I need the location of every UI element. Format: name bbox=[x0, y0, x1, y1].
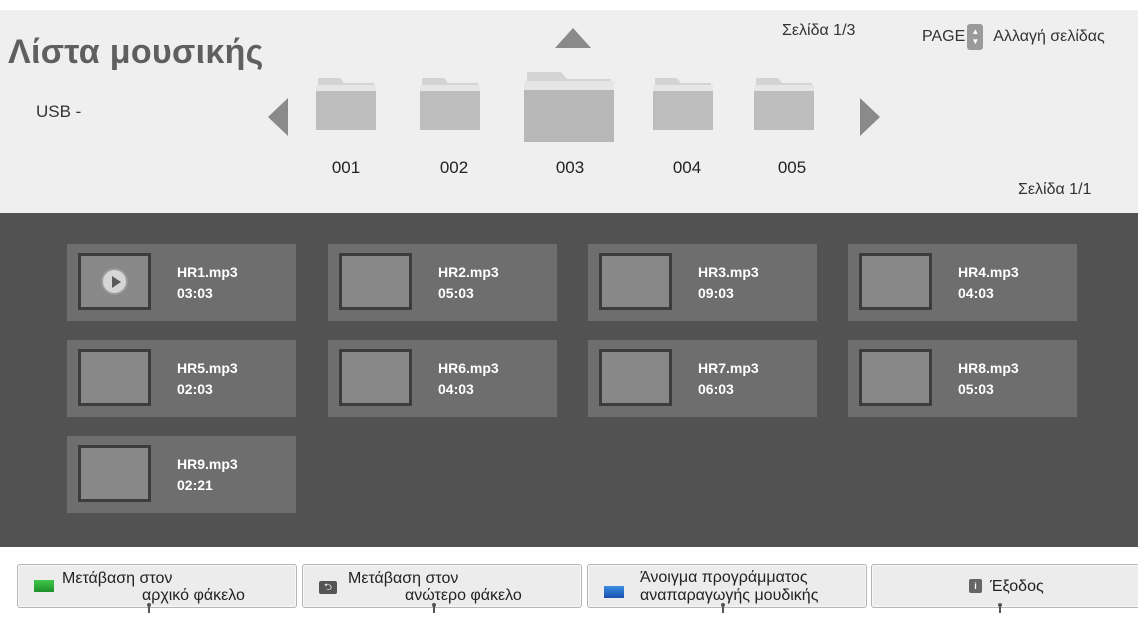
scroll-left-arrow-icon[interactable] bbox=[268, 98, 288, 136]
file-name: HR5.mp3 bbox=[177, 360, 238, 376]
info-icon: i bbox=[969, 579, 982, 593]
file-name: HR1.mp3 bbox=[177, 264, 238, 280]
exit-button[interactable]: i Έξοδος bbox=[871, 564, 1138, 613]
folder-label: 003 bbox=[555, 158, 585, 177]
folder-label: 001 bbox=[331, 158, 361, 177]
file-thumbnail bbox=[599, 253, 672, 310]
music-file-tile[interactable]: HR3.mp3 09:03 bbox=[588, 244, 817, 321]
device-label: USB - bbox=[36, 102, 82, 121]
music-file-tile[interactable]: HR4.mp3 04:03 bbox=[848, 244, 1077, 321]
music-file-tile[interactable]: HR1.mp3 03:03 bbox=[67, 244, 296, 321]
button-label-line2: ανώτερο φάκελο bbox=[405, 587, 522, 604]
folder-item[interactable] bbox=[314, 72, 378, 132]
button-label-line1: Μετάβαση στον bbox=[62, 570, 173, 587]
back-icon: ⮌ bbox=[319, 581, 337, 594]
folder-item-selected[interactable] bbox=[521, 64, 617, 144]
file-duration: 03:03 bbox=[177, 285, 213, 301]
button-label-line2: αναπαραγωγής μουδικής bbox=[640, 587, 819, 604]
scroll-right-arrow-icon[interactable] bbox=[860, 98, 880, 136]
music-file-tile[interactable]: HR7.mp3 06:03 bbox=[588, 340, 817, 417]
file-name: HR7.mp3 bbox=[698, 360, 759, 376]
file-thumbnail bbox=[78, 445, 151, 502]
folder-label: 005 bbox=[777, 158, 807, 177]
button-pointer bbox=[998, 603, 1002, 613]
file-name: HR4.mp3 bbox=[958, 264, 1019, 280]
header-area: Λίστα μουσικής USB - Σελίδα 1/3 PAGE ▲ ▼ … bbox=[0, 10, 1138, 213]
file-thumbnail bbox=[78, 253, 151, 310]
go-to-root-folder-button[interactable]: Μετάβαση στον αρχικό φάκελο bbox=[17, 564, 297, 613]
folder-icon bbox=[653, 78, 713, 130]
file-name: HR6.mp3 bbox=[438, 360, 499, 376]
file-thumbnail bbox=[599, 349, 672, 406]
go-to-parent-folder-button[interactable]: ⮌ Μετάβαση στον ανώτερο φάκελο bbox=[302, 564, 582, 613]
folder-icon bbox=[524, 72, 614, 142]
music-list-screen: Λίστα μουσικής USB - Σελίδα 1/3 PAGE ▲ ▼ … bbox=[0, 0, 1138, 621]
button-label-line1: Άνοιγμα προγράμματος bbox=[640, 569, 808, 586]
file-grid: HR1.mp3 03:03 HR2.mp3 05:03 HR3.mp3 09:0… bbox=[0, 213, 1138, 547]
button-label-line2: αρχικό φάκελο bbox=[142, 587, 245, 604]
button-pointer bbox=[147, 603, 151, 613]
music-file-tile[interactable]: HR5.mp3 02:03 bbox=[67, 340, 296, 417]
exit-label: Έξοδος bbox=[990, 578, 1044, 595]
page-up-down-icon: ▲ ▼ bbox=[967, 24, 984, 50]
folder-item[interactable] bbox=[752, 72, 816, 132]
page-title: Λίστα μουσικής bbox=[8, 33, 264, 71]
open-music-player-button[interactable]: Άνοιγμα προγράμματος αναπαραγωγής μουδικ… bbox=[587, 564, 867, 613]
page-key-hint: PAGE ▲ ▼ Αλλαγή σελίδας bbox=[922, 24, 1105, 50]
file-name: HR9.mp3 bbox=[177, 456, 238, 472]
file-thumbnail bbox=[339, 349, 412, 406]
music-file-tile[interactable]: HR9.mp3 02:21 bbox=[67, 436, 296, 513]
page-change-label: Αλλαγή σελίδας bbox=[993, 28, 1105, 45]
file-thumbnail bbox=[78, 349, 151, 406]
file-duration: 06:03 bbox=[698, 381, 734, 397]
file-thumbnail bbox=[859, 349, 932, 406]
music-file-tile[interactable]: HR6.mp3 04:03 bbox=[328, 340, 557, 417]
blue-button-icon bbox=[604, 586, 624, 598]
file-page-indicator: Σελίδα 1/1 bbox=[1018, 181, 1092, 198]
green-button-icon bbox=[34, 580, 54, 592]
music-file-tile[interactable]: HR2.mp3 05:03 bbox=[328, 244, 557, 321]
button-label-line1: Μετάβαση στον bbox=[348, 570, 459, 587]
button-pointer bbox=[432, 603, 436, 613]
file-name: HR3.mp3 bbox=[698, 264, 759, 280]
folder-icon bbox=[316, 78, 376, 130]
file-name: HR8.mp3 bbox=[958, 360, 1019, 376]
file-duration: 09:03 bbox=[698, 285, 734, 301]
folder-label: 002 bbox=[439, 158, 469, 177]
folder-icon bbox=[420, 78, 480, 130]
folder-label: 004 bbox=[672, 158, 702, 177]
button-pointer bbox=[721, 603, 725, 613]
file-duration: 04:03 bbox=[958, 285, 994, 301]
folder-icon bbox=[754, 78, 814, 130]
file-name: HR2.mp3 bbox=[438, 264, 499, 280]
folder-page-indicator: Σελίδα 1/3 bbox=[782, 22, 856, 39]
bottom-button-bar: Μετάβαση στον αρχικό φάκελο ⮌ Μετάβαση σ… bbox=[0, 547, 1138, 621]
scroll-up-arrow-icon[interactable] bbox=[555, 28, 591, 48]
music-file-tile[interactable]: HR8.mp3 05:03 bbox=[848, 340, 1077, 417]
file-duration: 02:03 bbox=[177, 381, 213, 397]
folder-item[interactable] bbox=[418, 72, 482, 132]
folder-item[interactable] bbox=[651, 72, 715, 132]
file-thumbnail bbox=[339, 253, 412, 310]
page-key-label: PAGE bbox=[922, 28, 966, 45]
file-duration: 04:03 bbox=[438, 381, 474, 397]
play-icon bbox=[101, 268, 128, 295]
file-duration: 02:21 bbox=[177, 477, 213, 493]
file-thumbnail bbox=[859, 253, 932, 310]
file-duration: 05:03 bbox=[958, 381, 994, 397]
file-duration: 05:03 bbox=[438, 285, 474, 301]
